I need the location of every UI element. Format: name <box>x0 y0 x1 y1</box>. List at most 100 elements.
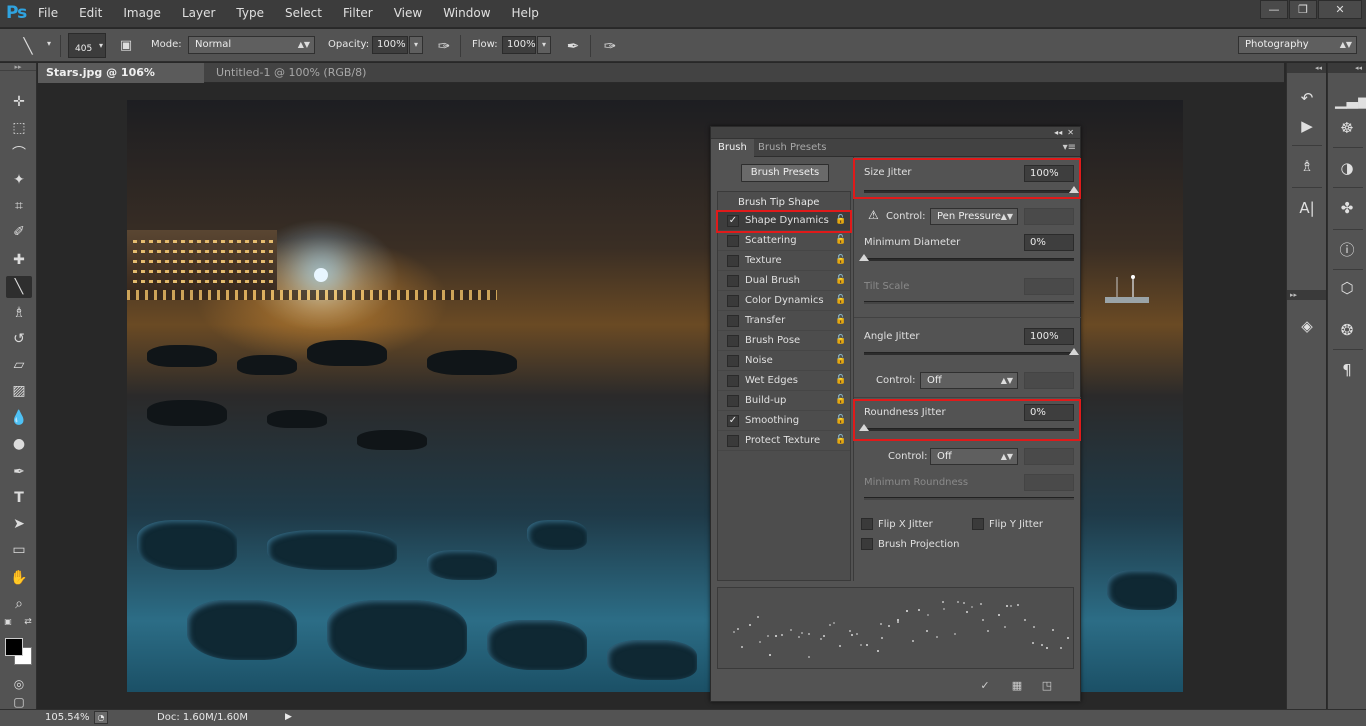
type-tool-icon[interactable]: T <box>6 487 32 509</box>
lock-icon[interactable]: 🔓 <box>835 274 846 286</box>
checkbox[interactable] <box>727 375 739 387</box>
toggle-live-tip-preview-icon[interactable]: ✓ <box>977 679 993 693</box>
actions-panel-icon[interactable]: ▶ <box>1295 115 1319 137</box>
option-shape-dynamics[interactable]: ✓ Shape Dynamics 🔓 <box>718 211 850 231</box>
menu-image[interactable]: Image <box>123 6 161 20</box>
brush-tip-shape-item[interactable]: Brush Tip Shape <box>738 197 819 208</box>
history-brush-tool-icon[interactable]: ↺ <box>6 328 32 350</box>
size-jitter-slider[interactable] <box>864 186 1079 193</box>
tool-preset-dropdown[interactable]: ▾ <box>42 36 56 54</box>
option-smoothing[interactable]: ✓ Smoothing 🔓 <box>718 411 850 431</box>
tab-brush-presets[interactable]: Brush Presets <box>751 139 833 157</box>
checkbox[interactable] <box>727 355 739 367</box>
mode-select[interactable]: Normal ▲▼ <box>188 36 315 54</box>
pressure-size-icon[interactable]: ✑ <box>600 36 620 56</box>
move-tool-icon[interactable]: ✛ <box>6 91 32 113</box>
angle-jitter-input[interactable]: 100% <box>1024 328 1074 345</box>
brush-tool-preset-icon[interactable]: ╲ <box>18 36 38 56</box>
pen-tool-icon[interactable]: ✒ <box>6 461 32 483</box>
lock-icon[interactable]: 🔓 <box>835 434 846 446</box>
restore-button[interactable]: ❐ <box>1289 0 1317 19</box>
dodge-tool-icon[interactable]: ● <box>6 433 32 455</box>
menu-layer[interactable]: Layer <box>182 6 215 20</box>
slider-thumb[interactable] <box>859 424 869 431</box>
paragraph-panel-icon[interactable]: ¶ <box>1335 359 1359 381</box>
option-noise[interactable]: Noise 🔓 <box>718 351 850 371</box>
status-menu-arrow-icon[interactable]: ▶ <box>285 712 292 722</box>
channels-panel-icon[interactable]: ❂ <box>1335 319 1359 341</box>
flip-y-jitter-checkbox[interactable] <box>972 518 984 530</box>
slider-thumb[interactable] <box>1069 186 1079 193</box>
lock-icon[interactable]: 🔓 <box>835 414 846 426</box>
clone-stamp-tool-icon[interactable]: ♗ <box>6 302 32 324</box>
magic-wand-tool-icon[interactable]: ✦ <box>6 169 32 191</box>
navigator-panel-icon[interactable]: ☸ <box>1335 117 1359 139</box>
adjustments-panel-icon[interactable]: ◑ <box>1335 157 1359 179</box>
lock-icon[interactable]: 🔓 <box>835 254 846 266</box>
lock-icon[interactable]: 🔓 <box>835 314 846 326</box>
option-brush-pose[interactable]: Brush Pose 🔓 <box>718 331 850 351</box>
opacity-dropdown[interactable]: ▾ <box>409 36 423 54</box>
share-icon[interactable]: ◔ <box>94 711 108 724</box>
menu-file[interactable]: File <box>38 6 58 20</box>
canvas-area[interactable] <box>38 84 1284 709</box>
flip-x-jitter-checkbox[interactable] <box>861 518 873 530</box>
brush-projection-checkbox[interactable] <box>861 538 873 550</box>
minimum-diameter-slider[interactable] <box>859 254 1074 261</box>
open-preset-manager-icon[interactable]: ▦ <box>1009 679 1025 693</box>
menu-help[interactable]: Help <box>512 6 539 20</box>
brush-presets-button[interactable]: Brush Presets <box>741 164 829 182</box>
eyedropper-tool-icon[interactable]: ✐ <box>6 221 32 243</box>
history-panel-icon[interactable]: ↶ <box>1295 87 1319 109</box>
checkbox[interactable] <box>727 335 739 347</box>
minimum-diameter-input[interactable]: 0% <box>1024 234 1074 251</box>
checkbox[interactable] <box>727 275 739 287</box>
option-transfer[interactable]: Transfer 🔓 <box>718 311 850 331</box>
lock-icon[interactable]: 🔓 <box>835 334 846 346</box>
healing-brush-tool-icon[interactable]: ✚ <box>6 249 32 271</box>
path-selection-tool-icon[interactable]: ➤ <box>6 513 32 535</box>
checkbox[interactable] <box>727 235 739 247</box>
roundness-jitter-slider[interactable] <box>859 424 1074 431</box>
tab-brush[interactable]: Brush <box>711 139 754 157</box>
opacity-input[interactable]: 100% <box>372 36 408 54</box>
histogram-panel-icon[interactable]: ▁▃▅ <box>1335 89 1366 111</box>
angle-jitter-slider[interactable] <box>864 348 1079 355</box>
zoom-level[interactable]: 105.54% <box>45 712 90 723</box>
lock-icon[interactable]: 🔓 <box>835 354 846 366</box>
hand-tool-icon[interactable]: ✋ <box>6 567 32 589</box>
rectangle-tool-icon[interactable]: ▭ <box>6 539 32 561</box>
checkbox[interactable] <box>727 255 739 267</box>
menu-edit[interactable]: Edit <box>79 6 102 20</box>
brush-tool-icon[interactable]: ╲ <box>6 276 32 298</box>
slider-thumb[interactable] <box>1069 348 1079 355</box>
pressure-opacity-icon[interactable]: ✑ <box>434 36 454 56</box>
option-build-up[interactable]: Build-up 🔓 <box>718 391 850 411</box>
character-panel-icon[interactable]: A| <box>1295 197 1319 219</box>
create-new-brush-icon[interactable]: ◳ <box>1039 679 1055 693</box>
size-control-select[interactable]: Pen Pressure ▲▼ <box>930 208 1018 225</box>
option-dual-brush[interactable]: Dual Brush 🔓 <box>718 271 850 291</box>
checkbox[interactable] <box>727 315 739 327</box>
brush-panel-toggle-icon[interactable]: ▣ <box>116 36 136 56</box>
collapse-grip[interactable]: ▸▸ <box>0 63 36 71</box>
collapse-grip[interactable]: ▸▸ <box>1287 290 1326 300</box>
info-panel-icon[interactable]: ⓘ <box>1335 239 1359 261</box>
collapse-grip[interactable]: ◂◂ <box>1287 63 1326 73</box>
3d-panel-icon[interactable]: ⬡ <box>1335 277 1359 299</box>
flow-dropdown[interactable]: ▾ <box>537 36 551 54</box>
size-jitter-input[interactable]: 100% <box>1024 165 1074 182</box>
roundness-jitter-input[interactable]: 0% <box>1024 404 1074 421</box>
gradient-tool-icon[interactable]: ▨ <box>6 380 32 402</box>
screen-mode-icon[interactable]: ▢ <box>6 695 32 709</box>
panel-header[interactable]: ◂◂ ✕ <box>711 127 1080 139</box>
menu-type[interactable]: Type <box>236 6 264 20</box>
panel-menu-icon[interactable]: ▾≡ <box>1063 142 1076 153</box>
minimize-button[interactable]: — <box>1260 0 1288 19</box>
marquee-tool-icon[interactable]: ⬚ <box>6 117 32 139</box>
menu-window[interactable]: Window <box>443 6 490 20</box>
checkbox[interactable]: ✓ <box>727 215 739 227</box>
lock-icon[interactable]: 🔓 <box>835 374 846 386</box>
menu-select[interactable]: Select <box>285 6 322 20</box>
brush-size-picker[interactable]: 405 ▾ <box>68 33 106 58</box>
